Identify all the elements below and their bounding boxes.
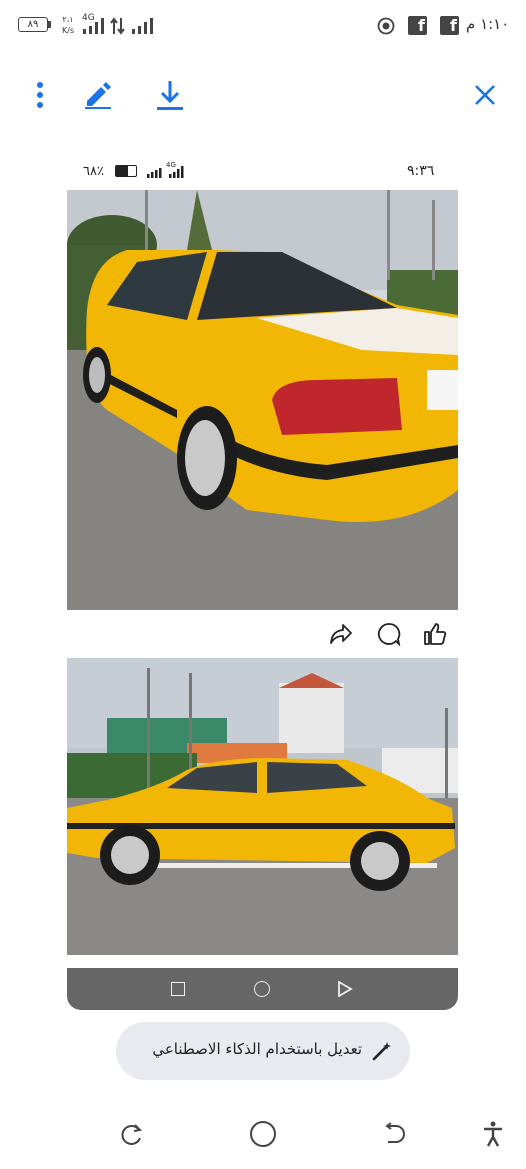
home-circle-icon (250, 1121, 276, 1147)
square-icon (171, 982, 185, 996)
home-button[interactable] (243, 1114, 283, 1154)
network-speed-unit: K/s (61, 26, 75, 35)
network-speed-value: ٢،١ (62, 15, 74, 24)
inner-status-time: ٩:٣٦ (407, 163, 435, 179)
signal-icon (83, 18, 104, 34)
screenshot-image[interactable]: ٦٨٪ 4G ٩:٣٦ (67, 150, 458, 1010)
back-button[interactable] (374, 1114, 414, 1154)
like-icon[interactable] (423, 622, 447, 646)
car-rear-illustration (67, 190, 458, 610)
facebook-icon: f (408, 16, 427, 35)
battery-tip (48, 21, 51, 28)
back-icon (385, 1122, 405, 1143)
magic-wand-icon (372, 1042, 391, 1061)
signal-icon (132, 18, 153, 34)
data-arrows-icon (110, 17, 125, 35)
accessibility-button[interactable] (473, 1114, 513, 1154)
download-icon (157, 81, 183, 110)
more-vertical-icon (37, 82, 43, 108)
inner-navigation-bar (67, 968, 458, 1010)
record-icon (377, 17, 395, 35)
car-photo-side[interactable] (67, 658, 458, 955)
play-triangle-icon (338, 981, 353, 997)
ai-edit-label: تعديل باستخدام الذكاء الاصطناعي (152, 1040, 362, 1058)
car-photo-rear[interactable] (67, 190, 458, 610)
facebook-icon: f (440, 16, 459, 35)
status-time: ١:١٠ م (466, 15, 510, 33)
accessibility-icon (484, 1121, 502, 1147)
download-button[interactable] (150, 75, 190, 115)
signal-icon (147, 166, 184, 178)
share-icon[interactable] (329, 623, 353, 645)
rotate-icon (121, 1124, 143, 1145)
close-icon (475, 85, 495, 105)
inner-status-bar: ٦٨٪ 4G ٩:٣٦ (67, 160, 458, 184)
battery-icon: ٨٩ (18, 17, 48, 32)
close-button[interactable] (465, 75, 505, 115)
post-actions (67, 618, 458, 650)
more-options-button[interactable] (20, 75, 60, 115)
network-speed: ٢،١ K/s (58, 14, 78, 36)
edit-button[interactable] (78, 75, 118, 115)
comment-icon[interactable] (377, 622, 401, 646)
edit-pencil-icon (85, 82, 111, 109)
battery-level: ٨٩ (27, 19, 39, 30)
inner-battery-icon (115, 165, 137, 177)
inner-battery-text: ٦٨٪ (83, 164, 104, 179)
home-circle-icon (254, 981, 270, 997)
status-bar: ٨٩ ٢،١ K/s 4G f f ١:١٠ م (0, 0, 526, 52)
car-side-illustration (67, 658, 458, 955)
rotate-button[interactable] (112, 1114, 152, 1154)
ai-edit-button[interactable]: تعديل باستخدام الذكاء الاصطناعي (116, 1022, 410, 1080)
